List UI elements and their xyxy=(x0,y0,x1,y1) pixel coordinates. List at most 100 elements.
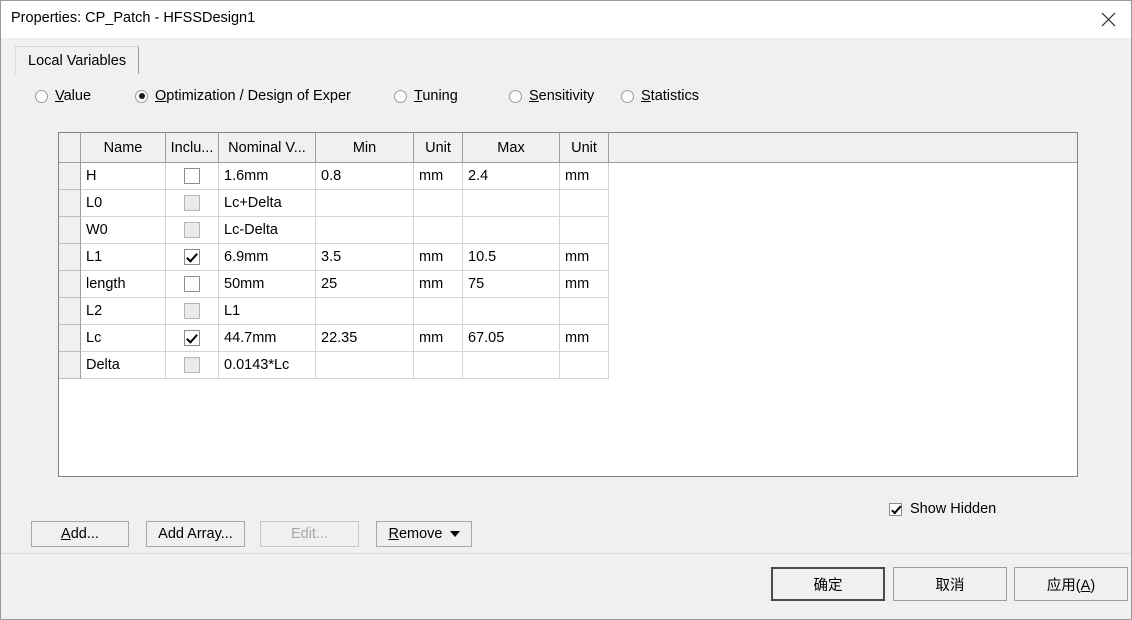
radio-tuning[interactable]: Tuning xyxy=(394,85,458,107)
checkbox-icon[interactable] xyxy=(184,330,200,346)
cell-variable-name[interactable]: Lc xyxy=(81,325,166,352)
checkbox-icon[interactable] xyxy=(184,357,200,373)
cell-nominal-value[interactable]: 1.6mm xyxy=(219,163,316,190)
checkbox-icon[interactable] xyxy=(184,249,200,265)
cell-min[interactable] xyxy=(316,352,414,379)
radio-statistics[interactable]: Statistics xyxy=(621,85,699,107)
button-add[interactable]: Add... xyxy=(31,521,129,547)
cell-include-checkbox[interactable] xyxy=(166,352,219,379)
cell-max[interactable] xyxy=(463,352,560,379)
cell-variable-name[interactable]: W0 xyxy=(81,217,166,244)
cell-variable-name[interactable]: L1 xyxy=(81,244,166,271)
cell-max[interactable]: 2.4 xyxy=(463,163,560,190)
column-header-nominalv-3[interactable]: Nominal V... xyxy=(219,133,316,163)
row-selector[interactable] xyxy=(59,163,81,190)
cell-max[interactable] xyxy=(463,298,560,325)
cell-min[interactable]: 25 xyxy=(316,271,414,298)
cell-nominal-value[interactable]: 0.0143*Lc xyxy=(219,352,316,379)
cell-max-unit[interactable]: mm xyxy=(560,244,609,271)
checkbox-icon[interactable] xyxy=(184,222,200,238)
cell-min-unit[interactable] xyxy=(414,217,463,244)
column-header-blank-0[interactable] xyxy=(59,133,81,163)
cell-include-checkbox[interactable] xyxy=(166,325,219,352)
cell-max-unit[interactable]: mm xyxy=(560,325,609,352)
cell-nominal-value[interactable]: Lc+Delta xyxy=(219,190,316,217)
cell-nominal-value[interactable]: 44.7mm xyxy=(219,325,316,352)
cell-max-unit[interactable] xyxy=(560,217,609,244)
row-selector[interactable] xyxy=(59,217,81,244)
table-row[interactable]: L2 L1 xyxy=(59,298,1077,325)
cell-variable-name[interactable]: L2 xyxy=(81,298,166,325)
cell-max[interactable]: 67.05 xyxy=(463,325,560,352)
row-selector[interactable] xyxy=(59,244,81,271)
table-row[interactable]: L1 6.9mm 3.5 mm 10.5 mm xyxy=(59,244,1077,271)
cell-min[interactable] xyxy=(316,190,414,217)
cell-variable-name[interactable]: length xyxy=(81,271,166,298)
table-row[interactable]: L0 Lc+Delta xyxy=(59,190,1077,217)
cell-max[interactable] xyxy=(463,190,560,217)
apply-button[interactable]: 应用(A) xyxy=(1014,567,1128,601)
button-remove[interactable]: Remove xyxy=(376,521,472,547)
cell-min[interactable]: 0.8 xyxy=(316,163,414,190)
cell-include-checkbox[interactable] xyxy=(166,271,219,298)
cell-nominal-value[interactable]: 50mm xyxy=(219,271,316,298)
cell-include-checkbox[interactable] xyxy=(166,244,219,271)
table-row[interactable]: Lc 44.7mm 22.35 mm 67.05 mm xyxy=(59,325,1077,352)
radio-optimization-design-of-exper[interactable]: Optimization / Design of Exper xyxy=(135,85,351,107)
column-header-inclu-2[interactable]: Inclu... xyxy=(166,133,219,163)
cell-min-unit[interactable]: mm xyxy=(414,325,463,352)
table-row[interactable]: W0 Lc-Delta xyxy=(59,217,1077,244)
checkbox-icon[interactable] xyxy=(184,168,200,184)
column-header-unit-7[interactable]: Unit xyxy=(560,133,609,163)
cell-min[interactable] xyxy=(316,298,414,325)
column-header-max-6[interactable]: Max xyxy=(463,133,560,163)
cell-include-checkbox[interactable] xyxy=(166,163,219,190)
cell-max[interactable]: 75 xyxy=(463,271,560,298)
row-selector[interactable] xyxy=(59,325,81,352)
table-row[interactable]: length 50mm 25 mm 75 mm xyxy=(59,271,1077,298)
cell-min-unit[interactable]: mm xyxy=(414,244,463,271)
checkbox-icon[interactable] xyxy=(184,276,200,292)
cell-min[interactable] xyxy=(316,217,414,244)
close-icon[interactable] xyxy=(1085,1,1131,37)
row-selector[interactable] xyxy=(59,190,81,217)
cell-min-unit[interactable]: mm xyxy=(414,163,463,190)
column-header-min-4[interactable]: Min xyxy=(316,133,414,163)
cell-nominal-value[interactable]: L1 xyxy=(219,298,316,325)
cell-max-unit[interactable]: mm xyxy=(560,163,609,190)
cell-min[interactable]: 22.35 xyxy=(316,325,414,352)
cell-max-unit[interactable] xyxy=(560,190,609,217)
cell-nominal-value[interactable]: Lc-Delta xyxy=(219,217,316,244)
show-hidden-checkbox[interactable]: Show Hidden xyxy=(889,501,996,517)
radio-sensitivity[interactable]: Sensitivity xyxy=(509,85,594,107)
row-selector[interactable] xyxy=(59,298,81,325)
row-selector[interactable] xyxy=(59,352,81,379)
column-header-unit-5[interactable]: Unit xyxy=(414,133,463,163)
cell-include-checkbox[interactable] xyxy=(166,217,219,244)
cell-max[interactable]: 10.5 xyxy=(463,244,560,271)
cell-min-unit[interactable] xyxy=(414,352,463,379)
cell-max-unit[interactable]: mm xyxy=(560,271,609,298)
chevron-down-icon[interactable] xyxy=(449,531,460,537)
cancel-button[interactable]: 取消 xyxy=(893,567,1007,601)
cell-variable-name[interactable]: L0 xyxy=(81,190,166,217)
cell-min-unit[interactable] xyxy=(414,298,463,325)
cell-include-checkbox[interactable] xyxy=(166,298,219,325)
row-selector[interactable] xyxy=(59,271,81,298)
cell-variable-name[interactable]: Delta xyxy=(81,352,166,379)
cell-max[interactable] xyxy=(463,217,560,244)
column-header-blank-8[interactable] xyxy=(609,133,1077,163)
radio-value[interactable]: Value xyxy=(35,85,91,107)
cell-nominal-value[interactable]: 6.9mm xyxy=(219,244,316,271)
ok-button[interactable]: 确定 xyxy=(771,567,885,601)
checkbox-icon[interactable] xyxy=(184,195,200,211)
cell-variable-name[interactable]: H xyxy=(81,163,166,190)
column-header-name-1[interactable]: Name xyxy=(81,133,166,163)
button-add-array[interactable]: Add Array... xyxy=(146,521,245,547)
cell-include-checkbox[interactable] xyxy=(166,190,219,217)
table-row[interactable]: Delta 0.0143*Lc xyxy=(59,352,1077,379)
checkbox-icon[interactable] xyxy=(184,303,200,319)
cell-min-unit[interactable] xyxy=(414,190,463,217)
cell-max-unit[interactable] xyxy=(560,298,609,325)
cell-min[interactable]: 3.5 xyxy=(316,244,414,271)
